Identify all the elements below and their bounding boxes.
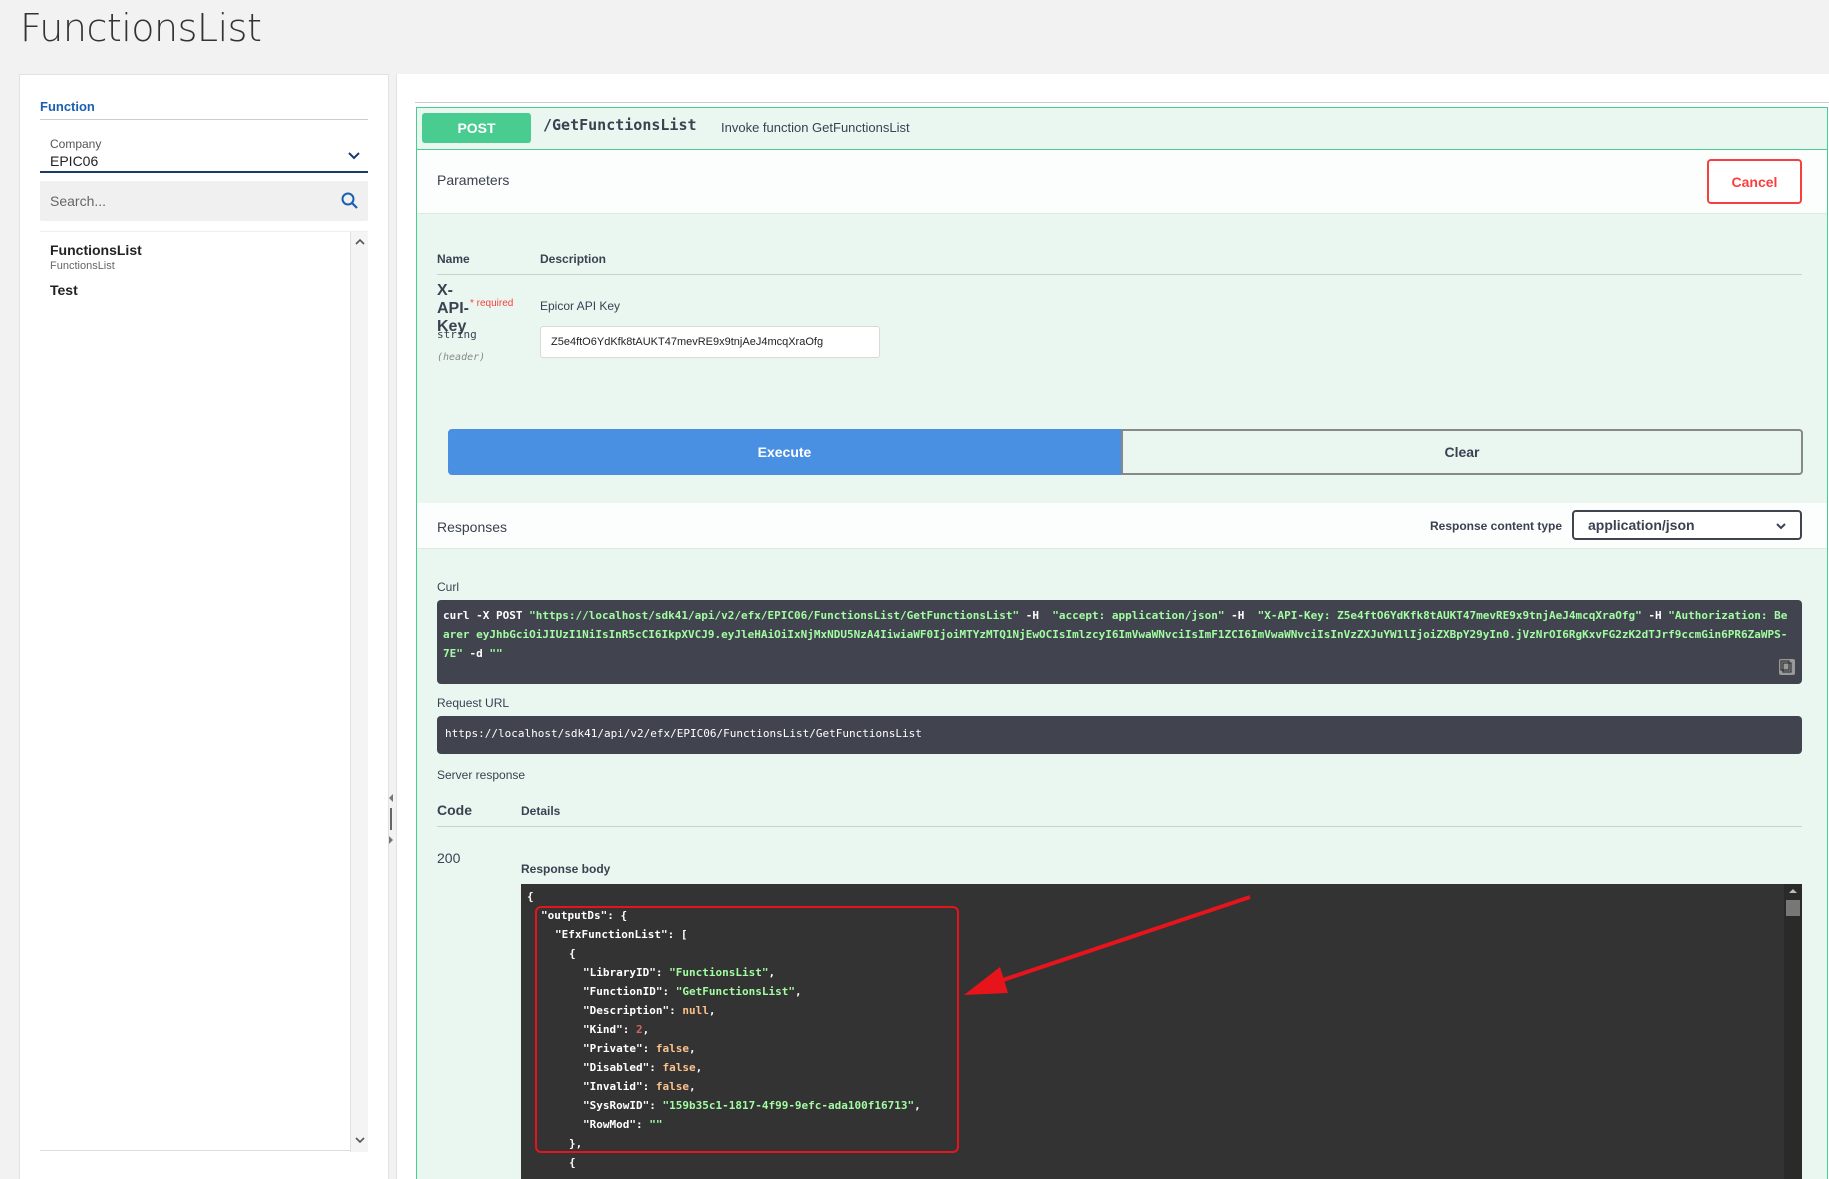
response-body-label: Response body <box>521 862 611 876</box>
column-name: Name <box>437 252 470 266</box>
json-line: { <box>569 1156 576 1169</box>
response-content-type-value: application/json <box>1588 517 1695 533</box>
operation-path: /GetFunctionsList <box>543 116 697 134</box>
server-response-label: Server response <box>437 768 526 782</box>
response-scrollbar[interactable] <box>1784 884 1802 1179</box>
json-line: { <box>527 890 534 903</box>
parameters-header: Parameters Cancel <box>417 150 1827 214</box>
panel-splitter[interactable] <box>388 788 396 848</box>
list-item-title: Test <box>50 282 78 298</box>
chevron-down-icon[interactable] <box>354 1134 366 1146</box>
top-divider <box>415 102 1829 103</box>
search-icon[interactable] <box>340 191 360 211</box>
chevron-down-icon <box>1776 523 1786 530</box>
search-box <box>40 181 368 221</box>
list-item-functionslist[interactable]: FunctionsList FunctionsList <box>50 242 142 272</box>
clear-button[interactable]: Clear <box>1121 429 1803 475</box>
curl-label: Curl <box>437 580 460 594</box>
function-list: FunctionsList FunctionsList Test <box>40 231 368 1152</box>
code-header: Code <box>437 802 472 818</box>
param-required: * required <box>470 298 514 309</box>
parameters-title: Parameters <box>437 172 510 188</box>
company-select[interactable]: EPIC06 <box>50 153 98 169</box>
list-item-subtitle: FunctionsList <box>50 260 115 272</box>
list-item-title: FunctionsList <box>50 242 142 258</box>
copy-icon[interactable] <box>1778 658 1796 676</box>
param-location: (header) <box>437 352 486 363</box>
param-type: string <box>437 328 477 341</box>
list-scrollbar[interactable] <box>350 232 368 1152</box>
tab-divider <box>40 119 368 120</box>
company-underline <box>40 171 368 173</box>
expand-right-icon <box>389 836 393 844</box>
search-input[interactable] <box>50 181 330 221</box>
response-content-type-label: Response content type <box>1430 519 1563 533</box>
operation-summary: Invoke function GetFunctionsList <box>721 120 910 135</box>
params-divider <box>437 274 1802 275</box>
param-description: Epicor API Key <box>540 299 621 313</box>
details-header: Details <box>521 804 561 818</box>
status-code: 200 <box>437 850 461 866</box>
scroll-up-icon[interactable] <box>1788 886 1798 896</box>
request-url-label: Request URL <box>437 696 510 710</box>
tab-function[interactable]: Function <box>40 99 95 114</box>
api-key-input[interactable] <box>540 326 880 358</box>
scroll-thumb[interactable] <box>1786 900 1800 916</box>
request-url: https://localhost/sdk41/api/v2/efx/EPIC0… <box>445 727 922 740</box>
annotation-arrow-icon <box>964 895 1251 995</box>
company-label: Company <box>50 137 102 151</box>
execute-button[interactable]: Execute <box>448 429 1121 475</box>
function-sidebar: Function Company EPIC06 FunctionsList Fu… <box>19 74 389 1179</box>
response-divider <box>437 826 1802 827</box>
curl-command: curl -X POST "https://localhost/sdk41/ap… <box>443 609 1788 660</box>
response-content-type-select[interactable]: application/json <box>1572 510 1802 540</box>
responses-title: Responses <box>437 519 508 535</box>
chevron-down-icon[interactable] <box>344 145 364 165</box>
splitter-handle[interactable] <box>390 808 392 830</box>
operation-header[interactable]: POST /GetFunctionsList Invoke function G… <box>417 108 1827 150</box>
highlight-box <box>535 906 959 1153</box>
request-url-block[interactable]: https://localhost/sdk41/api/v2/efx/EPIC0… <box>437 716 1802 754</box>
list-item-test[interactable]: Test <box>50 282 78 298</box>
curl-block[interactable]: curl -X POST "https://localhost/sdk41/ap… <box>437 600 1802 684</box>
chevron-up-icon[interactable] <box>354 236 366 248</box>
method-badge: POST <box>422 113 531 143</box>
page-title: FunctionsList <box>20 6 262 50</box>
execute-button-group: Execute Clear <box>448 429 1803 475</box>
cancel-button[interactable]: Cancel <box>1707 159 1802 204</box>
collapse-left-icon <box>389 794 393 802</box>
column-description: Description <box>540 252 607 266</box>
